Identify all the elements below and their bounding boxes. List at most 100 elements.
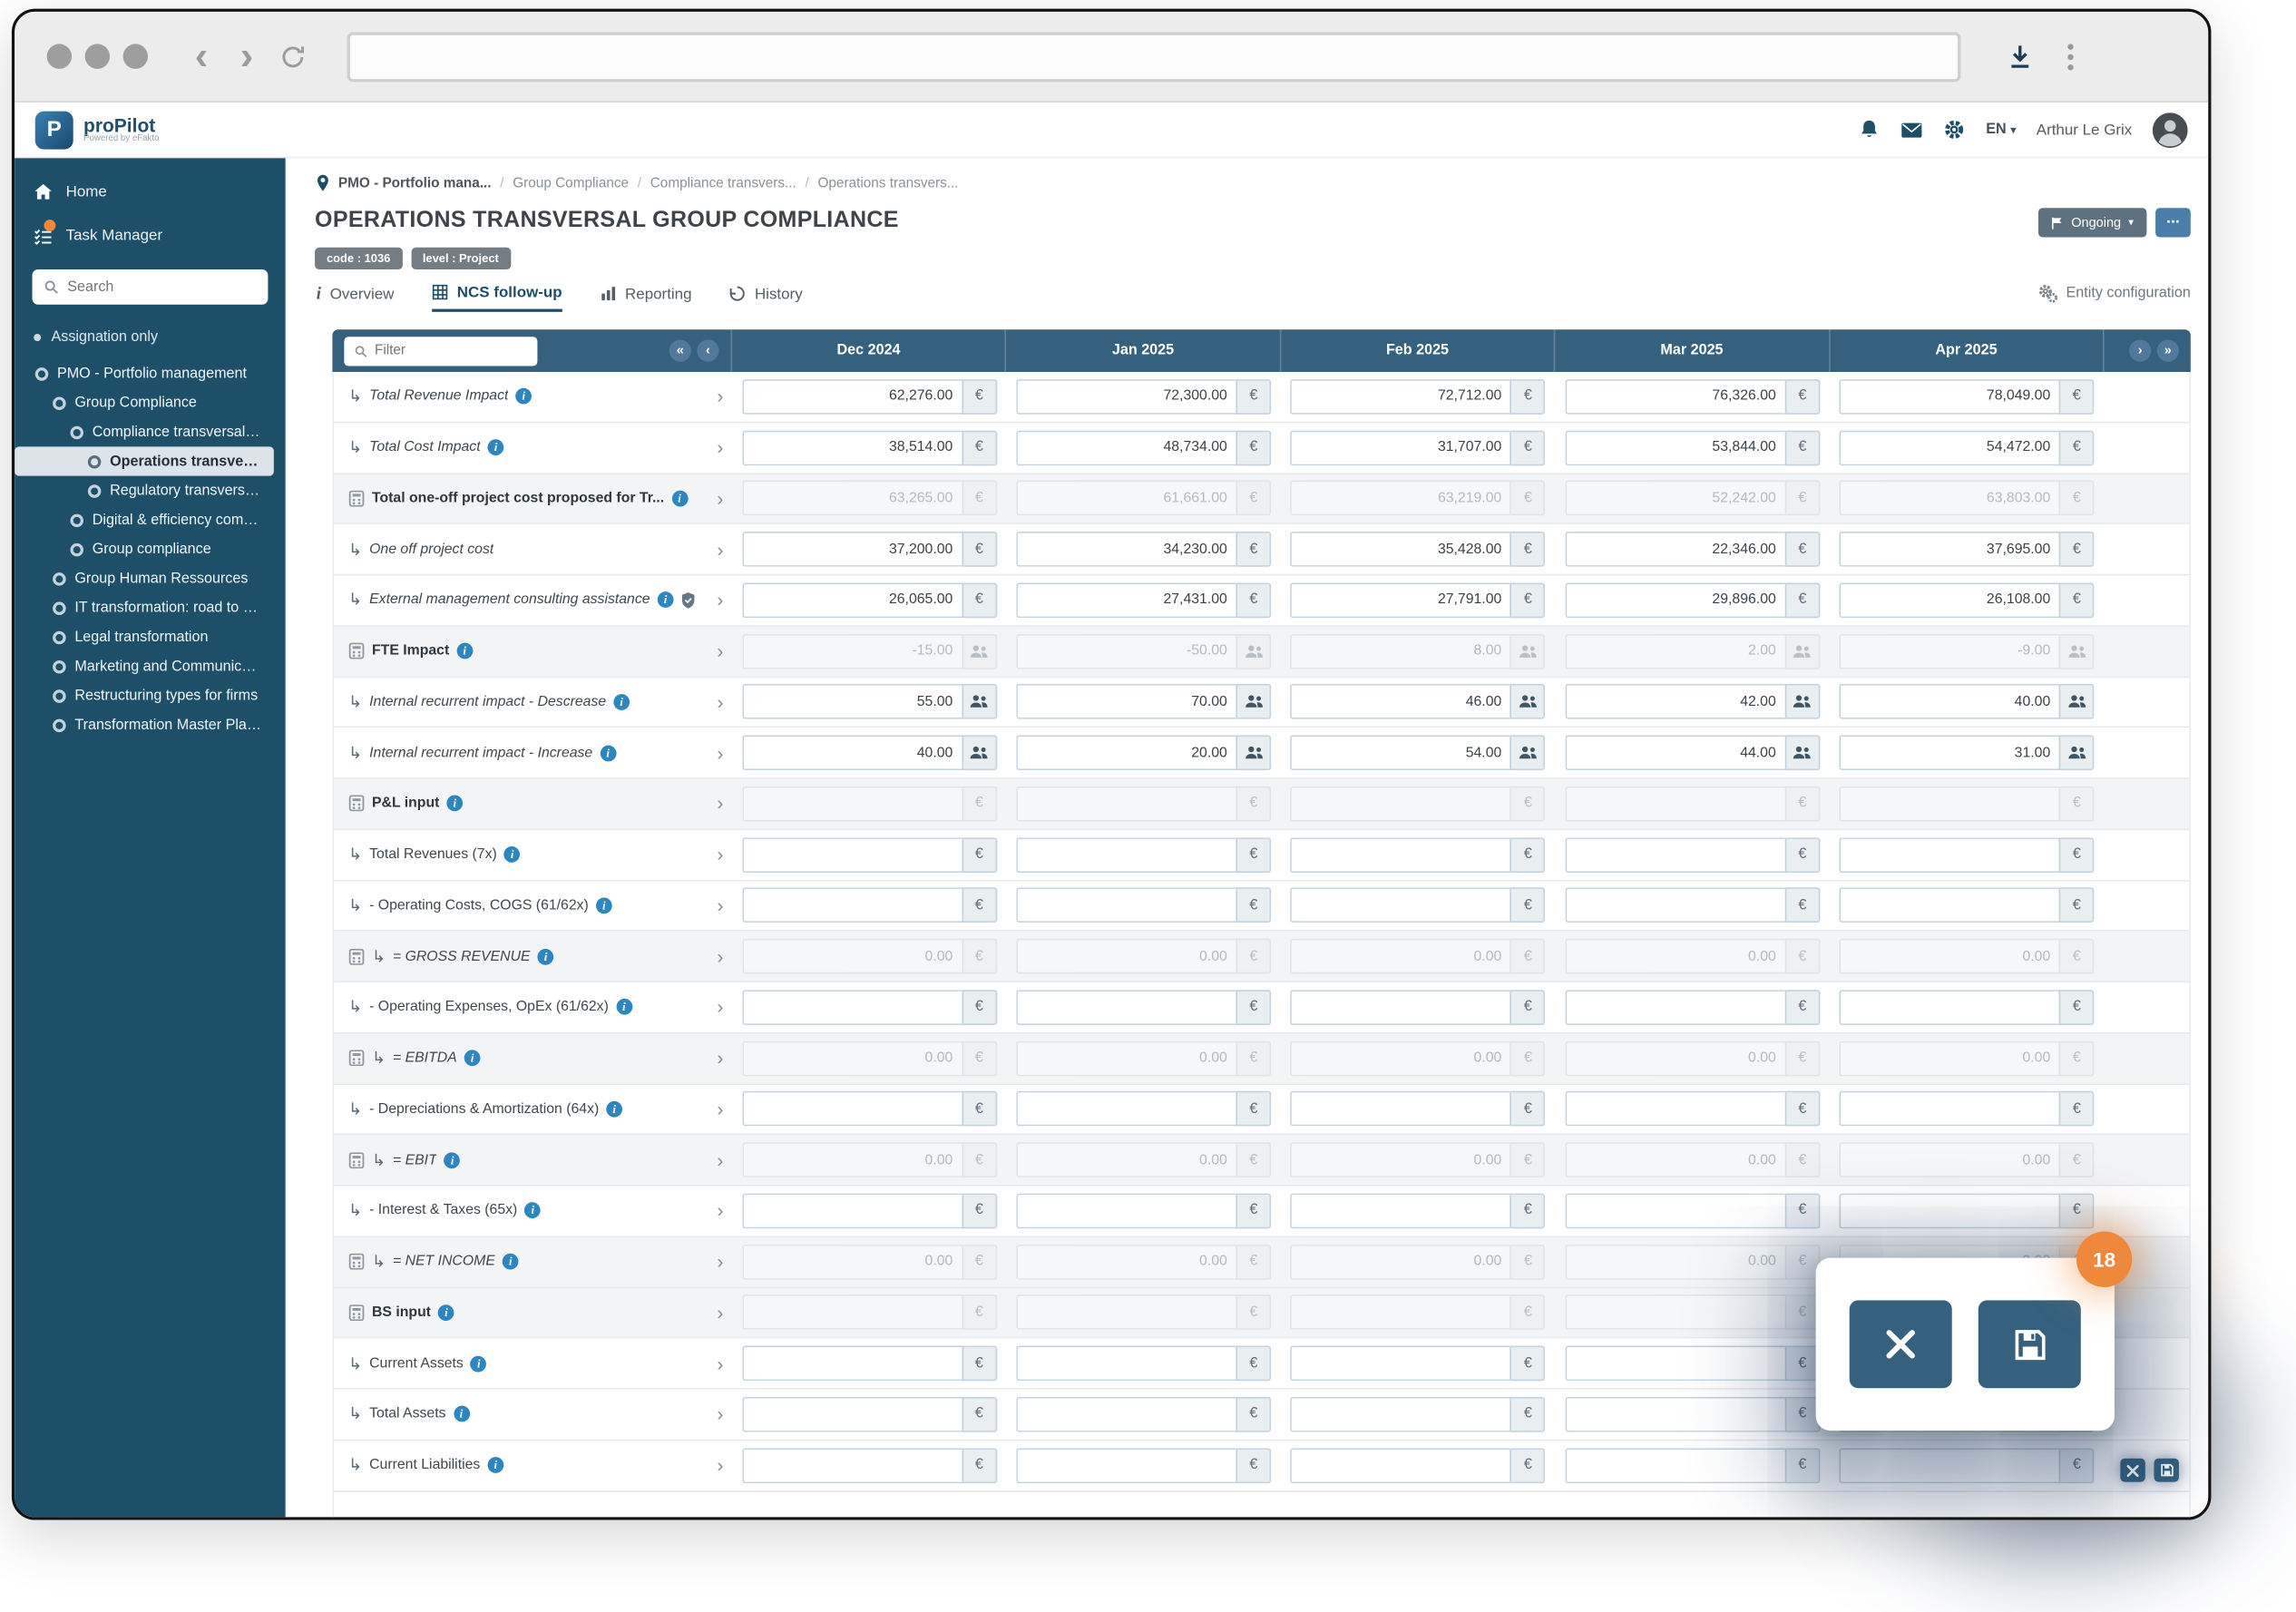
info-icon[interactable]: i	[444, 1151, 461, 1168]
sidebar-tree-item[interactable]: Marketing and Communicati...	[15, 651, 274, 680]
info-icon[interactable]: i	[438, 1304, 454, 1321]
cancel-button-small[interactable]	[2120, 1458, 2145, 1482]
settings-gear-icon[interactable]	[1943, 119, 1965, 141]
value-input[interactable]	[741, 1447, 962, 1483]
value-input[interactable]	[741, 887, 962, 923]
status-dropdown-button[interactable]: Ongoing ▾	[2038, 208, 2147, 238]
value-input[interactable]	[1839, 735, 2059, 771]
page-last-icon[interactable]: »	[2156, 339, 2179, 362]
value-input[interactable]	[741, 582, 962, 618]
expand-row-chevron[interactable]: ›	[717, 538, 723, 560]
info-icon[interactable]: i	[446, 796, 464, 812]
tab-history[interactable]: History	[730, 285, 803, 309]
browser-forward-icon[interactable]: ›	[234, 36, 259, 76]
value-input[interactable]	[741, 989, 962, 1025]
sidebar-tree-item[interactable]: Compliance transversal pr...	[15, 417, 274, 446]
info-icon[interactable]: i	[487, 439, 504, 456]
page-prev-icon[interactable]: ‹	[697, 339, 719, 362]
expand-row-chevron[interactable]: ›	[717, 640, 723, 662]
value-input[interactable]	[1565, 1396, 1785, 1432]
value-input[interactable]	[1839, 582, 2059, 618]
value-input[interactable]	[741, 1396, 962, 1432]
value-input[interactable]	[1565, 582, 1785, 618]
info-icon[interactable]: i	[606, 1100, 623, 1118]
info-icon[interactable]: i	[600, 745, 617, 761]
value-input[interactable]	[1565, 1447, 1785, 1483]
save-button[interactable]	[1978, 1300, 2081, 1389]
sidebar-tree-item[interactable]: Operations transversal ...	[15, 446, 274, 476]
value-input[interactable]	[1016, 1396, 1236, 1432]
value-input[interactable]	[1565, 429, 1785, 465]
value-input[interactable]	[1565, 887, 1785, 923]
value-input[interactable]	[741, 429, 962, 465]
expand-row-chevron[interactable]: ›	[717, 1098, 723, 1119]
value-input[interactable]	[1565, 532, 1785, 567]
value-input[interactable]	[741, 1193, 962, 1229]
expand-row-chevron[interactable]: ›	[717, 590, 723, 611]
info-icon[interactable]: i	[671, 490, 688, 507]
info-icon[interactable]: i	[613, 693, 630, 710]
value-input[interactable]	[1016, 1091, 1236, 1127]
expand-row-chevron[interactable]: ›	[717, 945, 723, 967]
value-input[interactable]	[1016, 836, 1236, 873]
sidebar-item-home[interactable]: Home	[15, 170, 286, 213]
value-input[interactable]	[1290, 989, 1510, 1025]
value-input[interactable]	[741, 684, 962, 720]
value-input[interactable]	[741, 1091, 962, 1127]
download-icon[interactable]	[2008, 44, 2032, 68]
expand-row-chevron[interactable]: ›	[717, 1251, 723, 1273]
info-icon[interactable]: i	[503, 846, 521, 863]
expand-row-chevron[interactable]: ›	[717, 894, 723, 916]
browser-address-bar[interactable]	[347, 31, 1961, 82]
info-icon[interactable]: i	[487, 1457, 504, 1474]
value-input[interactable]	[1290, 836, 1510, 873]
expand-row-chevron[interactable]: ›	[717, 691, 723, 713]
value-input[interactable]	[1839, 532, 2059, 567]
sidebar-tree-item[interactable]: Group Human Ressources	[15, 563, 274, 592]
value-input[interactable]	[1839, 836, 2059, 873]
value-input[interactable]	[1016, 684, 1236, 720]
value-input[interactable]	[1016, 378, 1236, 415]
browser-menu-icon[interactable]	[2067, 43, 2074, 70]
value-input[interactable]	[1290, 735, 1510, 771]
expand-row-chevron[interactable]: ›	[717, 742, 723, 764]
sidebar-tree-item[interactable]: PMO - Portfolio management	[15, 358, 274, 387]
value-input[interactable]	[1016, 1447, 1236, 1483]
value-input[interactable]	[1290, 532, 1510, 567]
info-icon[interactable]: i	[464, 1050, 481, 1067]
table-filter[interactable]	[344, 336, 538, 366]
avatar[interactable]	[2152, 112, 2188, 148]
value-input[interactable]	[1839, 378, 2059, 415]
info-icon[interactable]: i	[515, 388, 532, 405]
info-icon[interactable]: i	[595, 897, 612, 914]
expand-row-chevron[interactable]: ›	[717, 1302, 723, 1324]
messages-envelope-icon[interactable]	[1901, 121, 1923, 138]
value-input[interactable]	[741, 735, 962, 771]
notifications-bell-icon[interactable]	[1859, 119, 1881, 141]
value-input[interactable]	[1565, 735, 1785, 771]
breadcrumb-item[interactable]: PMO - Portfolio mana...	[338, 175, 492, 191]
sidebar-tree-item[interactable]: IT transformation: road to 20...	[15, 593, 274, 622]
value-input[interactable]	[1839, 684, 2059, 720]
more-actions-button[interactable]: ...	[2155, 208, 2191, 238]
sidebar-tree-item[interactable]: Restructuring types for firms	[15, 681, 274, 710]
value-input[interactable]	[1290, 582, 1510, 618]
expand-row-chevron[interactable]: ›	[717, 996, 723, 1018]
sidebar-tree-item[interactable]: Regulatory transversal ...	[15, 476, 274, 505]
value-input[interactable]	[1290, 1091, 1510, 1127]
expand-row-chevron[interactable]: ›	[717, 386, 723, 407]
info-icon[interactable]: i	[524, 1202, 542, 1219]
value-input[interactable]	[1839, 429, 2059, 465]
tab-reporting[interactable]: Reporting	[601, 285, 692, 309]
value-input[interactable]	[741, 836, 962, 873]
value-input[interactable]	[1839, 1447, 2059, 1483]
info-icon[interactable]: i	[537, 948, 554, 965]
browser-back-icon[interactable]: ‹	[189, 36, 213, 76]
expand-row-chevron[interactable]: ›	[717, 436, 723, 458]
value-input[interactable]	[1016, 735, 1236, 771]
entity-configuration-button[interactable]: Entity configuration	[2038, 284, 2191, 310]
info-icon[interactable]: i	[470, 1355, 487, 1372]
value-input[interactable]	[1290, 378, 1510, 415]
sidebar-item-task-manager[interactable]: Task Manager	[15, 214, 286, 258]
expand-row-chevron[interactable]: ›	[717, 487, 723, 509]
